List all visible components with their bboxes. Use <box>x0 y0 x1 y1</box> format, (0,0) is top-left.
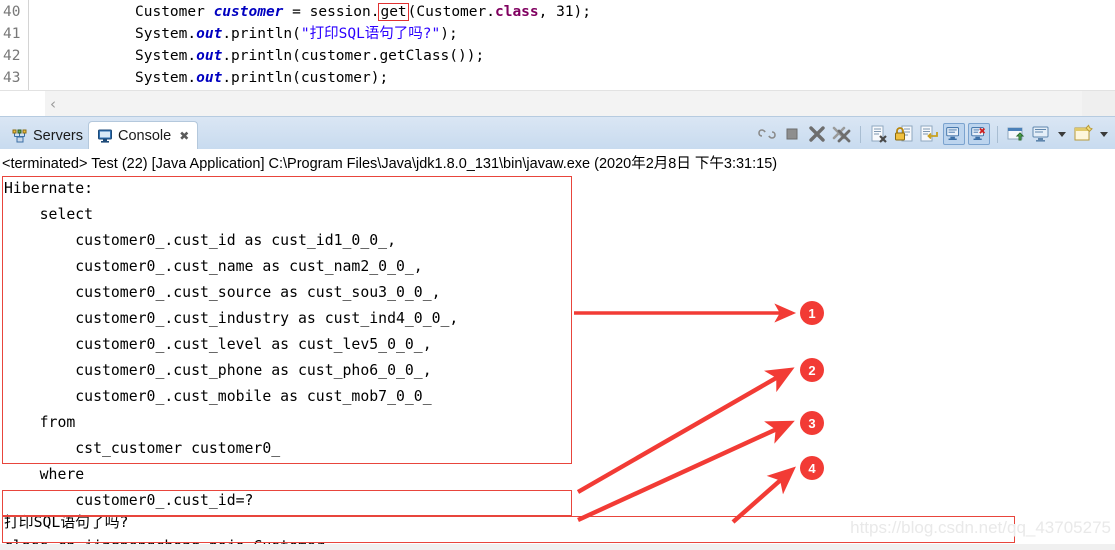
code-token: System. <box>135 26 197 42</box>
class-line-highlight-box <box>2 490 572 516</box>
annotation-badge-2: 2 <box>800 358 824 382</box>
tab-servers[interactable]: Servers <box>4 121 91 150</box>
code-token: out <box>196 26 223 42</box>
code-line[interactable]: System.out.println(customer); <box>135 67 388 89</box>
pin-console-icon[interactable] <box>1005 123 1027 145</box>
code-token: = <box>283 4 310 20</box>
code-editor[interactable]: 40 Customer customer = session.get(Custom… <box>0 0 1115 90</box>
code-token: session. <box>309 4 380 20</box>
console-icon <box>97 128 113 144</box>
remove-launch-icon[interactable] <box>806 123 828 145</box>
annotation-badge-4: 4 <box>800 456 824 480</box>
code-line[interactable]: Customer customer = session.get(Customer… <box>135 1 591 23</box>
open-console-icon[interactable] <box>1072 123 1094 145</box>
chevron-left-icon[interactable]: ‹ <box>50 95 56 113</box>
tab-console[interactable]: Console ✖ <box>88 121 199 150</box>
line-number: 40 <box>3 4 21 20</box>
bottom-strip <box>0 544 1115 550</box>
close-icon[interactable]: ✖ <box>179 129 189 143</box>
chevron-down-icon-open-console[interactable] <box>1100 131 1108 137</box>
line-number: 41 <box>3 26 21 42</box>
code-token: , 31); <box>538 4 592 20</box>
code-line[interactable]: System.out.println(customer.getClass()); <box>135 45 484 67</box>
code-line[interactable]: System.out.println("打印SQL语句了吗?"); <box>135 23 458 45</box>
terminate-icon[interactable] <box>781 123 803 145</box>
code-token: .println(customer.getClass()); <box>222 48 485 64</box>
code-token: class <box>494 4 539 20</box>
console-output-panel[interactable]: <terminated> Test (22) [Java Application… <box>0 149 1115 550</box>
terminated-status-line: <terminated> Test (22) [Java Application… <box>2 156 778 172</box>
editor-scroll-right-pad <box>1082 91 1115 117</box>
gutter-divider <box>28 0 29 90</box>
word-wrap-icon[interactable] <box>918 123 940 145</box>
code-token: .println( <box>222 26 301 42</box>
console-sql-line: where <box>4 466 85 483</box>
code-token: customer <box>213 4 284 20</box>
watermark: https://blog.csdn.net/qq_43705275 <box>850 518 1111 537</box>
chevron-down-icon-display-console[interactable] <box>1058 131 1066 137</box>
tab-console-label: Console <box>118 128 172 144</box>
line-number: 42 <box>3 48 21 64</box>
get-method-highlight: get <box>378 3 409 21</box>
toolbar-separator-1 <box>860 125 861 143</box>
code-token: System. <box>135 48 197 64</box>
code-token: ); <box>440 26 458 42</box>
code-token: out <box>196 48 223 64</box>
clear-console-icon[interactable] <box>868 123 890 145</box>
eclipse-ide-screenshot: 40 Customer customer = session.get(Custom… <box>0 0 1115 550</box>
remove-all-terminated-icon[interactable] <box>831 123 853 145</box>
tab-servers-label: Servers <box>33 127 83 144</box>
code-token: out <box>196 70 223 86</box>
scroll-lock-icon[interactable] <box>893 123 915 145</box>
editor-scroll-left-pad <box>0 91 45 117</box>
sql-highlight-box <box>2 176 572 464</box>
terminate-all-icon[interactable] <box>756 123 778 145</box>
line-number: 43 <box>3 70 21 86</box>
servers-icon <box>12 128 28 144</box>
annotation-badge-1: 1 <box>800 301 824 325</box>
code-token: "打印SQL语句了吗?" <box>300 26 441 42</box>
editor-horizontal-scroll[interactable]: ‹ <box>0 90 1115 117</box>
show-console-on-error-icon[interactable] <box>968 123 990 145</box>
annotation-badge-3: 3 <box>800 411 824 435</box>
code-token: (Customer. <box>407 4 495 20</box>
console-toolbar <box>756 122 1111 146</box>
code-token: Customer <box>135 4 214 20</box>
code-token: System. <box>135 70 197 86</box>
code-token: .println(customer); <box>222 70 389 86</box>
show-console-on-output-icon[interactable] <box>943 123 965 145</box>
display-selected-console-icon[interactable] <box>1030 123 1052 145</box>
view-tab-bar: Servers Console ✖ <box>0 116 1115 150</box>
toolbar-separator-2 <box>997 125 998 143</box>
